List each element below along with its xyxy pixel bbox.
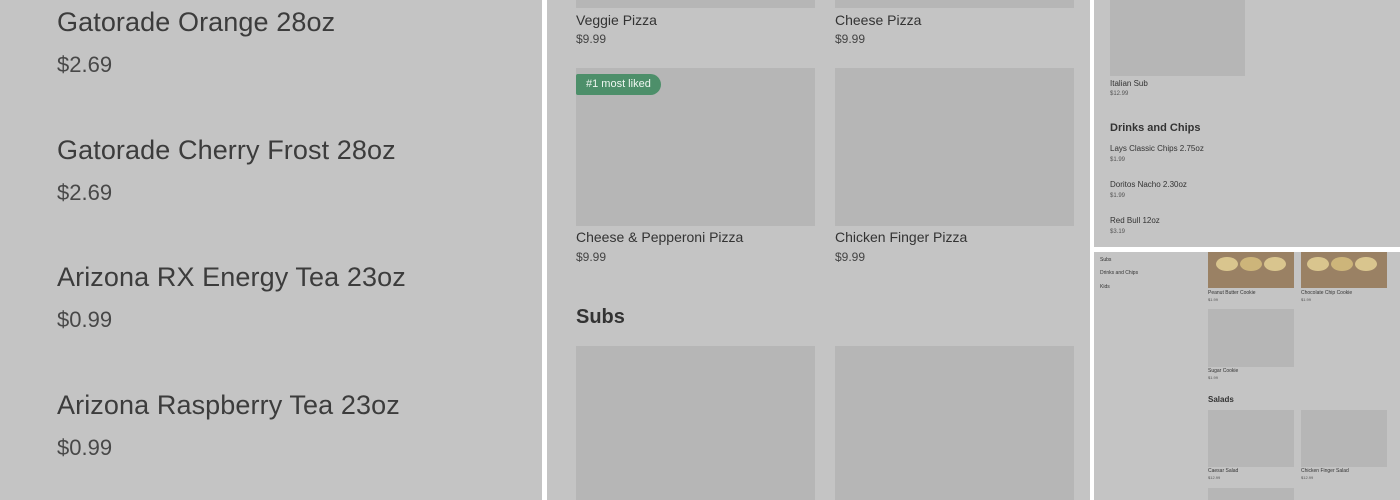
item-name: Arizona Raspberry Tea 23oz	[57, 390, 400, 420]
item-name: Red Bull 12oz	[1110, 216, 1160, 225]
item-price: $9.99	[835, 32, 866, 46]
item-name: Peanut Butter Cookie	[1208, 290, 1256, 296]
pizza-menu-panel: Veggie Pizza $9.99 Cheese Pizza $9.99 #1…	[547, 0, 1090, 500]
item-image-placeholder	[576, 0, 815, 8]
zoomed-drinks-panel: Gatorade Orange 28oz $2.69 Gatorade Cher…	[0, 0, 542, 500]
item-name: Doritos Nacho 2.30oz	[1110, 180, 1187, 189]
item-name: Gatorade Cherry Frost 28oz	[57, 135, 396, 165]
item-name: Caesar Salad	[1208, 468, 1239, 474]
item-price: $1.99	[1301, 297, 1312, 302]
category-nav-kids[interactable]: Kids	[1100, 284, 1110, 290]
item-image-placeholder	[1208, 309, 1294, 367]
item-price: $2.69	[57, 52, 113, 77]
item-price: $0.99	[57, 435, 113, 460]
item-price: $12.99	[1208, 475, 1221, 480]
item-price: $9.99	[576, 32, 607, 46]
cookies-salads-panel: Subs Drinks and Chips Kids Peanut Butter…	[1094, 252, 1400, 500]
item-price: $9.99	[835, 250, 866, 264]
item-price: $12.99	[1301, 475, 1314, 480]
item-name: Arizona RX Energy Tea 23oz	[57, 262, 406, 292]
item-image-placeholder	[1208, 410, 1294, 467]
item-name: Gatorade Orange 28oz	[57, 7, 336, 37]
item-image-placeholder	[1301, 410, 1387, 467]
section-title-subs: Subs	[576, 306, 625, 328]
category-nav-subs[interactable]: Subs	[1100, 257, 1111, 263]
item-name: Italian Sub	[1110, 79, 1148, 88]
item-name: Cheese & Pepperoni Pizza	[576, 229, 744, 245]
item-name: Lays Classic Chips 2.75oz	[1110, 144, 1204, 153]
item-name: Chicken Finger Salad	[1301, 468, 1349, 474]
item-name: Chocolate Chip Cookie	[1301, 290, 1353, 296]
item-name: Cheese Pizza	[835, 12, 922, 28]
item-image-placeholder[interactable]	[576, 346, 815, 500]
category-nav-drinks-and-chips[interactable]: Drinks and Chips	[1100, 270, 1138, 276]
item-image-placeholder	[835, 68, 1074, 226]
most-liked-badge: #1 most liked	[576, 74, 661, 95]
item-name: Sugar Cookie	[1208, 368, 1239, 374]
item-price: $0.99	[57, 307, 113, 332]
section-title-salads: Salads	[1208, 395, 1234, 404]
item-image-placeholder[interactable]	[835, 346, 1074, 500]
item-price: $12.99	[1110, 91, 1129, 97]
cookie-image	[1208, 252, 1294, 288]
item-image-placeholder	[1110, 0, 1245, 76]
item-price: $9.99	[576, 250, 607, 264]
item-image-placeholder[interactable]	[1208, 488, 1294, 500]
item-price: $1.99	[1208, 375, 1219, 380]
item-price: $1.99	[1110, 157, 1126, 163]
item-name: Veggie Pizza	[576, 12, 657, 28]
item-name: Chicken Finger Pizza	[835, 229, 968, 245]
item-image-placeholder	[835, 0, 1074, 8]
cookie-image	[1301, 252, 1387, 288]
item-price: $3.19	[1110, 229, 1126, 235]
item-price: $1.99	[1110, 193, 1126, 199]
item-price: $2.69	[57, 180, 113, 205]
item-price: $1.99	[1208, 297, 1219, 302]
subs-drinks-panel: Italian Sub $12.99 Drinks and Chips Lays…	[1094, 0, 1400, 247]
section-title-drinks-and-chips: Drinks and Chips	[1110, 122, 1201, 134]
